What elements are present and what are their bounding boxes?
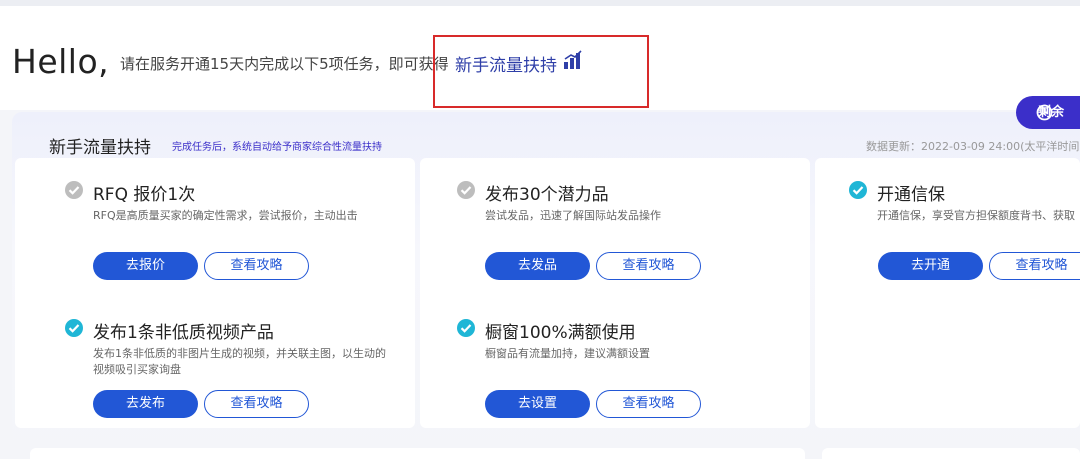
- task-title-video: 发布1条非低质视频产品: [93, 323, 274, 343]
- view-guide-button-showcase[interactable]: 查看攻略: [596, 390, 701, 418]
- task-card-column-2: [420, 158, 810, 428]
- section-title: 新手流量扶持: [49, 138, 151, 158]
- task-desc-publish-products: 尝试发品，迅速了解国际站发品操作: [485, 209, 661, 222]
- view-guide-button-products[interactable]: 查看攻略: [596, 252, 701, 280]
- complete-check-icon: [849, 181, 867, 199]
- task-title-trade-assurance: 开通信保: [877, 185, 945, 205]
- task-desc-showcase: 橱窗品有流量加持，建议满额设置: [485, 347, 650, 360]
- complete-check-icon: [457, 319, 475, 337]
- publish-products-button[interactable]: 去发品: [485, 252, 590, 280]
- publish-video-button[interactable]: 去发布: [93, 390, 198, 418]
- section-subtitle: 完成任务后，系统自动给予商家综合性流量扶持: [172, 142, 382, 153]
- next-card-right: [822, 448, 1080, 459]
- greeting-description: 请在服务开通15天内完成以下5项任务，即可获得: [120, 55, 449, 73]
- complete-check-icon: [65, 319, 83, 337]
- task-page: Hello, 请在服务开通15天内完成以下5项任务，即可获得 新手流量扶持 剩余…: [0, 0, 1080, 459]
- clock-icon: [1036, 104, 1053, 121]
- view-guide-button-rfq[interactable]: 查看攻略: [204, 252, 309, 280]
- activate-button[interactable]: 去开通: [878, 252, 983, 280]
- task-title-publish-products: 发布30个潜力品: [485, 185, 609, 205]
- incomplete-check-icon: [457, 181, 475, 199]
- incomplete-check-icon: [65, 181, 83, 199]
- task-desc-trade-assurance: 开通信保，享受官方担保额度背书、获取: [877, 209, 1075, 222]
- task-title-showcase: 橱窗100%满额使用: [485, 323, 636, 343]
- view-guide-button-video[interactable]: 查看攻略: [204, 390, 309, 418]
- greeting-title: Hello,: [12, 42, 110, 81]
- annotation-highlight-box: [433, 35, 649, 108]
- data-update-time: 数据更新：2022-03-09 24:00(太平洋时间): [866, 140, 1080, 153]
- task-desc-video: 发布1条非低质的非图片生成的视频，并关联主图，以生动的视频吸引买家询盘: [93, 347, 386, 376]
- task-desc-rfq: RFQ是高质量买家的确定性需求，尝试报价，主动出击: [93, 209, 358, 222]
- task-title-rfq: RFQ 报价1次: [93, 185, 196, 205]
- next-card-left: [30, 448, 805, 459]
- quote-button[interactable]: 去报价: [93, 252, 198, 280]
- setup-showcase-button[interactable]: 去设置: [485, 390, 590, 418]
- view-guide-button-assurance[interactable]: 查看攻略: [989, 252, 1080, 280]
